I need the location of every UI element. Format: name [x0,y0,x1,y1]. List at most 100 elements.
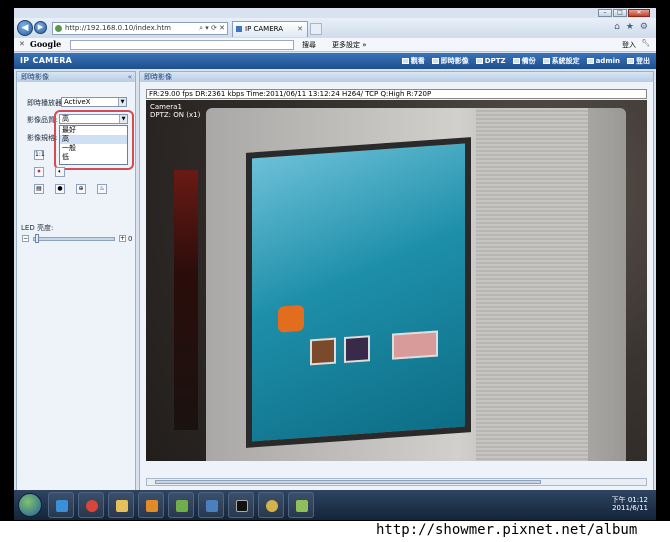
led-plus-button[interactable]: + [119,235,126,242]
chevron-down-icon: ▼ [118,98,126,106]
nav-settings[interactable]: 系統設定 [542,56,580,66]
nav-label: 備份 [521,57,536,65]
minimize-button[interactable]: – [598,9,612,17]
taskbar-ie[interactable] [48,492,74,518]
logout-icon [627,58,634,64]
maximize-button[interactable]: □ [613,9,627,17]
app-header: IP CAMERA 觀看 即時影像 DPTZ 備份 系統設定 admin 登出 [14,53,656,69]
nav-label: 系統設定 [551,57,580,65]
address-bar[interactable]: http://192.168.0.10/index.htm ⌕ ▾ ⟳ ✕ [52,22,228,35]
close-window-button[interactable]: ✕ [628,9,650,17]
left-panel: 即時影像 « 即時播放器: ActiveX ▼ 影像品質: 高 ▼ 最好 高 一… [16,71,136,494]
taskbar-media[interactable] [138,492,164,518]
ptz-icon [475,58,483,64]
fullscreen-icon: ⊕ [78,185,84,192]
favorites-star-icon[interactable]: ★ [626,22,634,32]
quality-label: 影像品質: [27,116,58,124]
wrench-icon[interactable]: 🔧︎ [641,39,650,47]
taskbar-chrome[interactable] [78,492,104,518]
ratio-icon: 1:1 [35,151,45,158]
taskbar-cmd[interactable] [228,492,254,518]
nav-live[interactable]: 即時影像 [431,56,469,66]
player-select-value: ActiveX [64,98,91,106]
tab-close-icon[interactable]: ✕ [297,22,303,36]
google-search-input[interactable] [70,40,294,50]
collapse-icon[interactable]: « [128,72,132,82]
camera-icon: ▤ [36,185,42,192]
ratio-button[interactable]: 1:1 [34,150,45,160]
nav-dptz[interactable]: DPTZ [475,56,506,66]
video-icon [431,58,439,64]
clock[interactable]: 下午 01:12 2011/6/11 [612,496,648,512]
tools-gear-icon[interactable]: ⚙ [640,22,648,32]
audio-button[interactable]: 🔈︎ [55,167,65,177]
browser-window: – □ ✕ ◀ ▶ http://192.168.0.10/index.htm … [14,8,656,520]
led-slider-thumb[interactable] [35,234,39,243]
highlight-ring [54,110,134,170]
back-button[interactable]: ◀ [17,20,33,36]
tool-icon [296,500,308,512]
forward-arrow-icon: ▶ [37,23,44,31]
clock-date: 2011/6/11 [612,504,648,512]
video-tv-screen [246,137,471,448]
main-panel-title: 即時影像 [144,73,172,81]
google-more-button[interactable]: 更多設定 » [332,40,367,50]
taskbar-network[interactable] [198,492,224,518]
network-icon [206,500,218,512]
taskbar-app[interactable] [168,492,194,518]
taskbar: 下午 01:12 2011/6/11 [14,490,656,520]
user-icon [586,58,594,64]
horizontal-scrollbar[interactable] [146,478,647,486]
led-minus-button[interactable]: − [22,235,29,242]
address-bar-row: ◀ ▶ http://192.168.0.10/index.htm ⌕ ▾ ⟳ … [14,18,656,38]
nav-view[interactable]: 觀看 [401,56,425,66]
main-panel-header: 即時影像 [140,72,653,82]
paint-icon [266,500,278,512]
folder-icon [116,500,128,512]
app-nav: 觀看 即時影像 DPTZ 備份 系統設定 admin 登出 [401,56,650,66]
stream-status-line: FR:29.00 fps DR:2361 kbps Time:2011/06/1… [146,89,647,99]
video-object [174,170,198,430]
toolbar-close-icon[interactable]: ✕ [19,40,25,48]
taskbar-tool[interactable] [288,492,314,518]
led-slider-track[interactable] [33,237,115,241]
google-search-button[interactable]: 搜尋 [302,40,316,50]
window-controls: – □ ✕ [598,9,650,17]
new-tab-button[interactable] [310,23,322,35]
back-arrow-icon: ◀ [21,23,29,33]
left-panel-header: 即時影像 « [17,72,135,82]
nav-label: admin [595,57,620,65]
tab-title: IP CAMERA [245,25,284,33]
taskbar-paint[interactable] [258,492,284,518]
settings-icon [542,58,550,64]
nav-backup[interactable]: 備份 [512,56,536,66]
browser-icons: ⌂ ★ ⚙ [614,22,648,32]
google-login-button[interactable]: 登入 [622,40,636,50]
watermark-url: http://showmer.pixnet.net/album [376,522,638,538]
live-video-view[interactable]: Camera1 DPTZ: ON (x1) [146,100,647,461]
home-icon[interactable]: ⌂ [614,22,620,32]
nav-admin[interactable]: admin [586,56,620,66]
video-tile [278,304,304,333]
video-tile [310,337,336,366]
snapshot-button[interactable]: ▤ [34,184,44,194]
address-tools-icon[interactable]: ⌕ ▾ ⟳ ✕ [199,23,225,34]
fullscreen-button[interactable]: ⊕ [76,184,86,194]
mic-button[interactable]: ♨ [97,184,107,194]
scrollbar-thumb[interactable] [155,480,541,484]
player-select[interactable]: ActiveX ▼ [61,97,127,107]
stop-button[interactable]: ● [55,184,65,194]
video-tile [392,330,438,360]
start-button[interactable] [18,493,42,517]
cmd-icon [236,500,248,512]
led-label: LED 亮度: [21,224,54,232]
taskbar-explorer[interactable] [108,492,134,518]
google-toolbar: ✕ Google 搜尋 更多設定 » 登入 🔧︎ [14,38,656,52]
tab-ip-camera[interactable]: IP CAMERA ✕ [232,21,308,37]
nav-label: 觀看 [410,57,425,65]
record-button[interactable]: ⏺︎ [34,167,44,177]
eye-icon [401,58,409,64]
size-label: 影像規格: [27,134,58,142]
forward-button[interactable]: ▶ [34,21,47,34]
nav-logout[interactable]: 登出 [627,56,650,66]
